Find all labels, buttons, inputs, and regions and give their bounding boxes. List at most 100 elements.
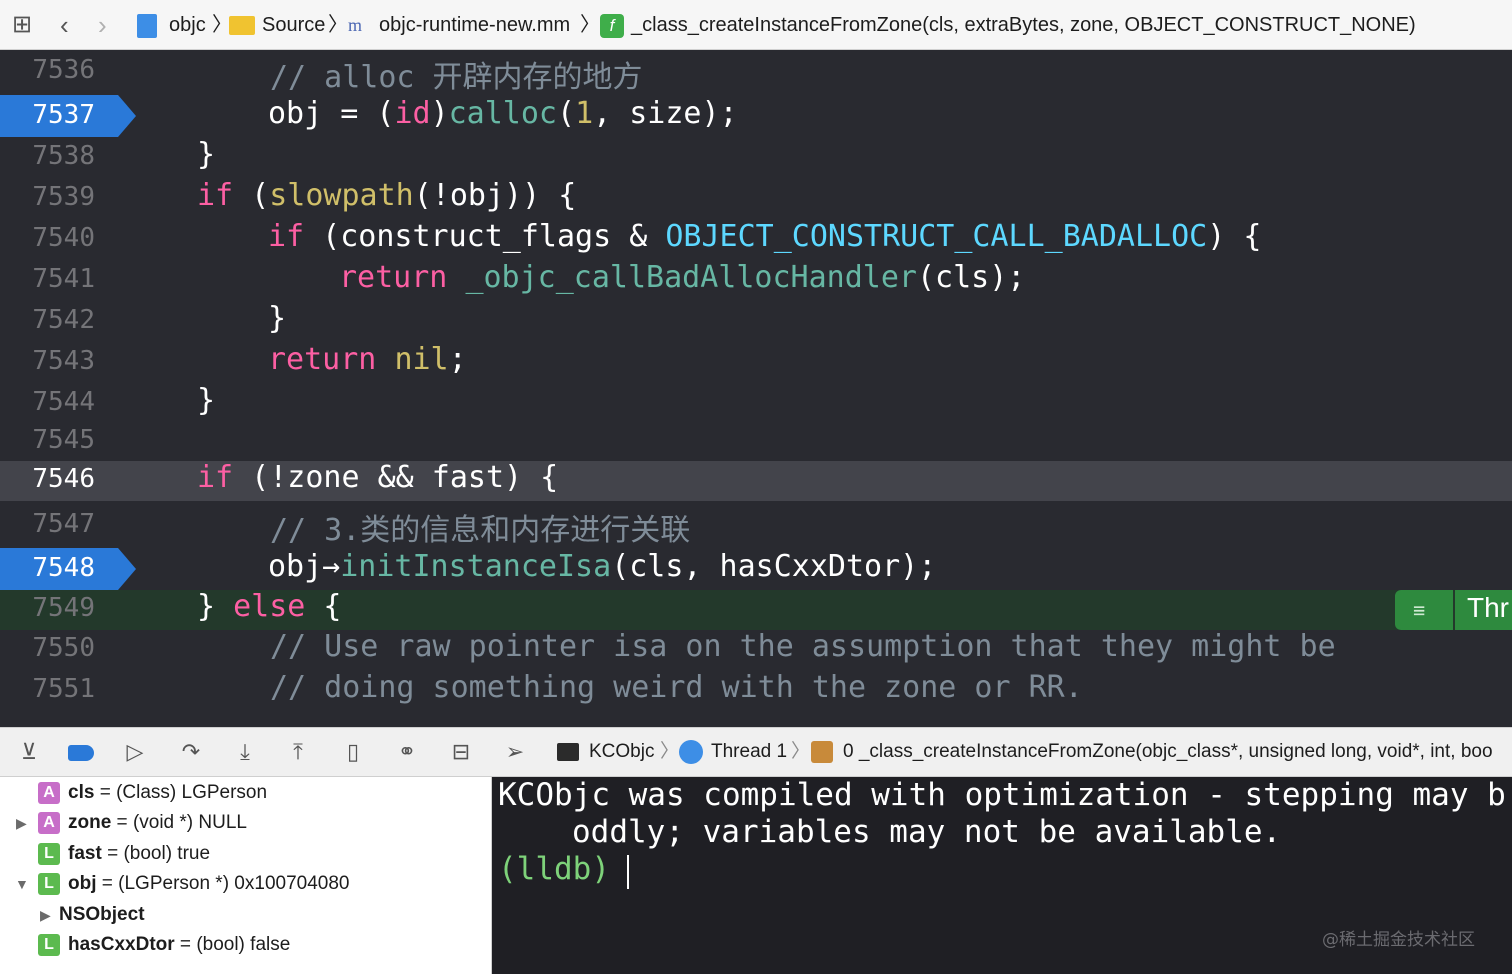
breadcrumb-source[interactable]: Source [262,0,325,49]
stack-frame-icon [811,728,833,776]
view-hierarchy-icon[interactable]: ▯ [338,738,368,766]
variable-value: (Class) LGPerson [116,782,268,803]
memory-graph-icon[interactable]: ⚭ [392,738,422,766]
code-line: 7545 [0,425,1512,461]
related-items-icon[interactable]: ⊞ [12,0,32,49]
hamburger-icon: ≡ [1413,598,1426,622]
code-line: 7544 } [0,383,1512,426]
environment-overrides-icon[interactable]: ⊟ [446,738,476,766]
watermark: @稀土掘金技术社区 [1322,930,1475,950]
hide-debug-area-icon[interactable]: ⊻ [14,738,44,766]
source-file-icon: m [348,15,363,35]
thread-icon [679,728,703,776]
code-text: // 3.类的信息和内存进行关联 [270,513,691,548]
folder-icon [229,0,255,49]
line-number: 7540 [32,223,95,253]
breadcrumb-function[interactable]: _class_createInstanceFromZone(cls, extra… [631,0,1416,49]
variable-name: hasCxxDtor [68,934,175,955]
source-editor[interactable]: 7536 // alloc 开辟内存的地方 7537 obj = (id)cal… [0,50,1512,727]
step-into-icon[interactable]: ⤓ [230,738,260,766]
thread-indicator[interactable]: Thr [1455,590,1512,630]
code-line: 7539 if (slowpath(!obj)) { [0,178,1512,221]
breadcrumb-file[interactable]: objc-runtime-new.mm [379,0,570,49]
variable-name: zone [68,812,112,833]
code-text: // Use raw pointer isa on the assumption… [270,629,1336,664]
step-over-icon[interactable]: ↷ [176,738,206,766]
chevron-right-icon: 〉 [791,741,811,762]
jump-bar: ⊞ ‹ › objc 〉 Source 〉 m objc-runtime-new… [0,0,1512,50]
line-number: 7547 [32,509,95,539]
lldb-prompt: (lldb) [498,851,610,887]
line-number: 7543 [32,346,95,376]
disclosure-triangle-open-icon[interactable]: ▼ [15,876,29,892]
code-line: 7551 // doing something weird with the z… [0,670,1512,713]
variable-value: (bool) true [123,843,211,864]
variable-name: fast [68,843,102,864]
code-line: 7541 return _objc_callBadAllocHandler(cl… [0,260,1512,303]
line-number: 7537 [32,100,95,130]
variable-row[interactable]: Lobj = (LGPerson *) 0x100704080 [38,869,349,899]
line-number: 7536 [32,55,95,85]
code-text: // doing something weird with the zone o… [270,670,1083,705]
code-line: 7542 } [0,301,1512,344]
line-number: 7549 [32,593,95,623]
console-output: oddly; variables may not be available. [572,814,1282,850]
debug-bar: ⊻ ▷ ↷ ⤓ ⤒ ▯ ⚭ ⊟ ➢ KCObjc 〉 Thread 1 〉 0 … [0,727,1512,777]
local-badge: L [38,842,60,865]
console-output: KCObjc was compiled with optimization - … [498,777,1506,813]
text-cursor [627,855,629,889]
chevron-right-icon: 〉 [580,14,600,36]
line-number: 7548 [32,553,95,583]
line-number: 7546 [32,464,95,494]
simulate-location-icon[interactable]: ➢ [500,738,530,766]
code-line: 7538 } [0,137,1512,180]
argument-badge: A [38,811,60,834]
code-line-highlighted: 7546 if (!zone && fast) { [0,460,1512,501]
disclosure-triangle-icon[interactable]: ▶ [16,815,27,832]
variable-value: (LGPerson *) 0x100704080 [118,873,350,894]
breakpoints-toggle-icon[interactable] [66,738,96,766]
code-line: 7548 obj→initInstanceIsa(cls, hasCxxDtor… [0,548,1512,590]
code-text: obj = (id)calloc(1, size); [268,96,738,131]
line-number: 7544 [32,387,95,417]
code-line: 7536 // alloc 开辟内存的地方 [0,50,1512,95]
debug-thread[interactable]: Thread 1 [711,728,787,776]
code-text: return _objc_callBadAllocHandler(cls); [339,260,1026,295]
code-text: obj→initInstanceIsa(cls, hasCxxDtor); [268,549,937,584]
local-badge: L [38,933,60,956]
variable-name: cls [68,782,95,803]
line-number: 7541 [32,264,95,294]
code-line: 7550 // Use raw pointer isa on the assum… [0,629,1512,672]
line-number: 7539 [32,182,95,212]
variable-row[interactable]: Acls = (Class) LGPerson [38,778,267,808]
breadcrumb-objc[interactable]: objc [169,0,206,49]
line-number: 7550 [32,633,95,663]
step-out-icon[interactable]: ⤒ [283,738,313,766]
variable-value: (bool) false [196,934,291,955]
variable-row[interactable]: Lfast = (bool) true [38,839,210,869]
line-number: 7538 [32,141,95,171]
thread-menu-button[interactable]: ≡ [1395,590,1453,630]
forward-icon[interactable]: › [98,0,107,49]
console[interactable]: KCObjc was compiled with optimization - … [492,777,1512,974]
variable-row[interactable]: LhasCxxDtor = (bool) false [38,930,290,960]
line-number: 7551 [32,674,95,704]
back-icon[interactable]: ‹ [60,0,69,49]
code-text: if (slowpath(!obj)) { [197,178,577,213]
code-line: 7537 obj = (id)calloc(1, size); [0,94,1512,138]
code-text: if (construct_flags & OBJECT_CONSTRUCT_C… [268,219,1262,254]
continue-icon[interactable]: ▷ [120,738,150,766]
code-text: } [197,137,216,172]
code-line: 7540 if (construct_flags & OBJECT_CONSTR… [0,219,1512,262]
variable-row[interactable]: Azone = (void *) NULL [38,808,247,838]
code-text: return nil; [268,342,467,377]
debug-frame[interactable]: 0 _class_createInstanceFromZone(objc_cla… [843,728,1493,776]
variable-row[interactable]: NSObject [59,900,145,930]
debug-target[interactable]: KCObjc [589,728,654,776]
chevron-right-icon: 〉 [328,14,348,36]
disclosure-triangle-icon[interactable]: ▶ [40,907,51,924]
variables-view[interactable]: Acls = (Class) LGPerson ▶ Azone = (void … [0,777,492,974]
code-text: // alloc 开辟内存的地方 [270,60,643,95]
code-text: } [268,301,287,336]
code-line: 7547 // 3.类的信息和内存进行关联 [0,505,1512,548]
